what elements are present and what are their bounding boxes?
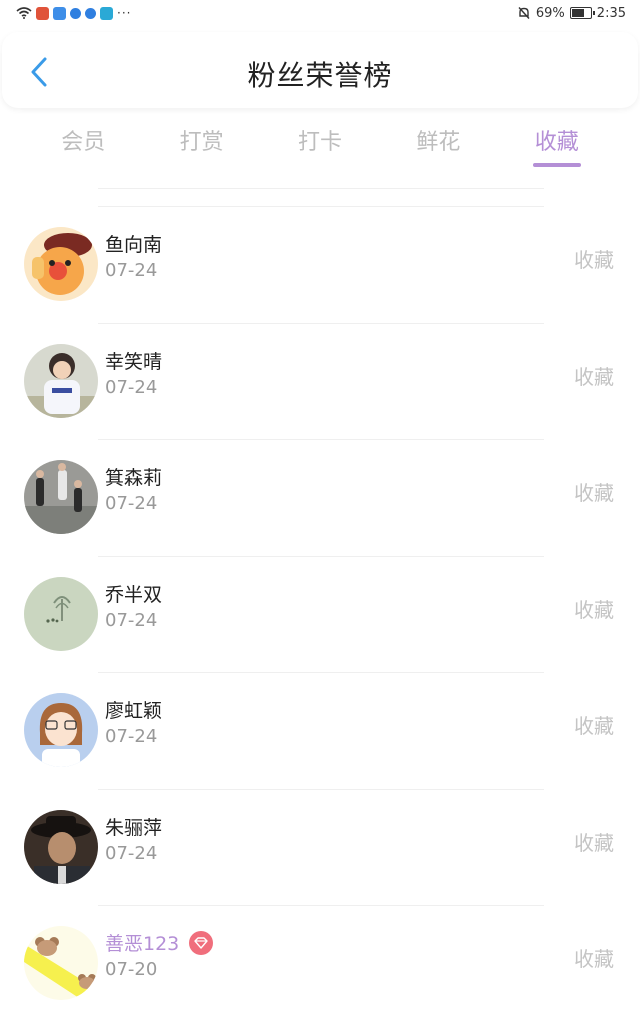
category-tabs: 会员 打赏 打卡 鲜花 收藏 [24,118,616,174]
status-icons-right: 69% 2:35 [517,6,626,21]
avatar [24,693,98,767]
favorite-label[interactable]: 收藏 [574,244,614,273]
fan-date: 07-24 [105,376,158,398]
cloud-icon [53,6,66,20]
tab-members[interactable]: 会员 [24,118,142,174]
list-item[interactable]: 幸笑晴 07-24 收藏 [0,322,640,440]
list-item[interactable]: 廖虹颖 07-24 收藏 [0,672,640,789]
avatar [24,343,98,418]
tablet-icon [100,6,113,20]
fan-name: 朱骊萍 [105,816,163,839]
divider [98,188,544,189]
battery-icon [569,7,595,19]
fan-date: 07-24 [105,609,158,631]
fan-date: 07-24 [105,493,158,514]
fan-name: 廖虹颖 [105,700,163,722]
paw-icon [85,7,96,19]
avatar [24,576,98,651]
page-title: 粉丝荣誉榜 [247,59,393,92]
divider [98,555,544,557]
fan-name: 乔半双 [105,583,163,606]
fan-list: 鱼向南 07-24 收藏 幸笑晴 07-24 收藏 箕森莉 07-24 收藏 乔… [0,206,640,1022]
divider [98,439,544,440]
fan-name: 鱼向南 [105,234,163,256]
favorite-label[interactable]: 收藏 [574,477,614,506]
favorite-label[interactable]: 收藏 [574,943,614,972]
fan-name: 幸笑晴 [105,350,163,373]
divider [98,206,544,207]
list-item[interactable]: 箕森莉 07-24 收藏 [0,439,640,556]
tab-flowers[interactable]: 鲜花 [379,118,497,174]
tab-favorites[interactable]: 收藏 [498,118,616,174]
avatar [24,926,98,1000]
fan-date: 07-20 [105,959,158,980]
clock-time: 2:35 [596,5,626,21]
favorite-label[interactable]: 收藏 [574,710,614,739]
tab-tips[interactable]: 打赏 [142,118,260,174]
diamond-icon [189,930,214,955]
more-icon: ··· [117,6,132,20]
status-icons-left: ··· [16,6,131,20]
avatar [24,227,98,301]
paw-icon [70,7,81,19]
avatar [24,809,98,884]
divider [98,672,544,673]
fan-name: 善恶123 [105,929,214,956]
app-notification-icon [36,6,49,20]
favorite-label[interactable]: 收藏 [574,594,614,623]
fan-date: 07-24 [105,842,158,864]
fan-date: 07-24 [105,726,158,747]
title-bar: 粉丝荣誉榜 [2,32,638,108]
favorite-label[interactable]: 收藏 [574,361,614,390]
list-item[interactable]: 乔半双 07-24 收藏 [0,555,640,673]
divider [98,905,544,906]
list-item[interactable]: 善恶123 07-20 收藏 [0,905,640,1022]
battery-percent: 69% [535,5,565,21]
tab-checkin[interactable]: 打卡 [261,118,379,174]
wifi-icon [16,7,32,19]
fan-date: 07-24 [105,260,158,281]
favorite-label[interactable]: 收藏 [574,827,614,856]
mute-bell-icon [518,7,530,19]
avatar [24,460,98,534]
active-tab-indicator [532,163,581,167]
list-item[interactable]: 鱼向南 07-24 收藏 [0,206,640,323]
divider [98,788,544,790]
status-bar: ··· 69% 2:35 [0,0,640,26]
divider [98,322,544,324]
list-item[interactable]: 朱骊萍 07-24 收藏 [0,788,640,906]
fan-name: 箕森莉 [105,467,163,489]
